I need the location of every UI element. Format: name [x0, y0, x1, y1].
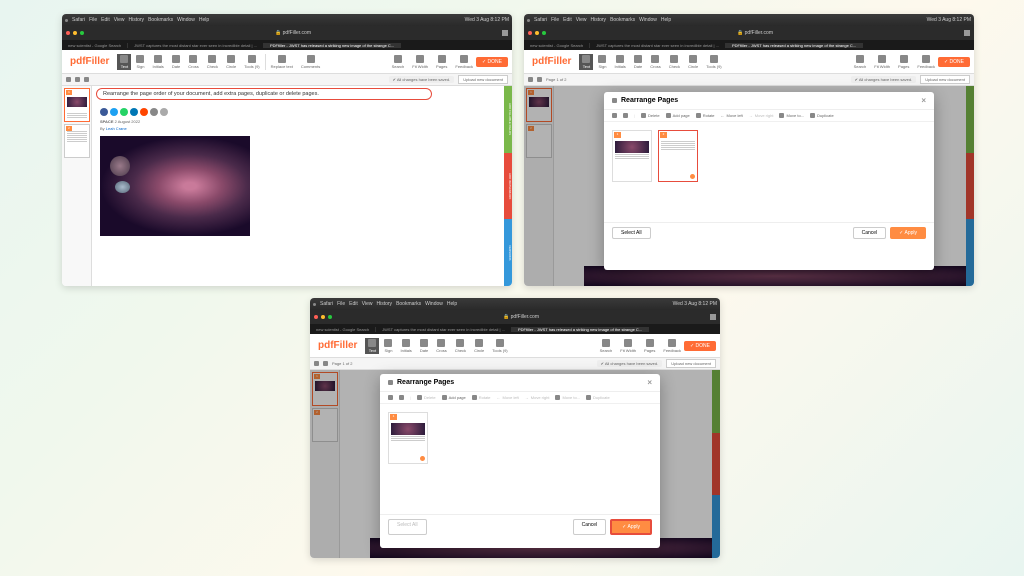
close-icon[interactable]: ×: [921, 96, 926, 105]
save-status: ✔ All changes have been saved.: [389, 76, 455, 83]
text-icon: [120, 55, 128, 63]
page-thumbnails: 1 2: [62, 86, 92, 286]
tool-sign[interactable]: Sign: [133, 54, 147, 70]
initials-icon: [154, 55, 162, 63]
linkedin-icon[interactable]: [130, 108, 138, 116]
date-icon: [172, 55, 180, 63]
tool-initials[interactable]: Initials: [149, 54, 166, 70]
close-icon[interactable]: ×: [647, 378, 652, 387]
tool-comments[interactable]: Comments: [298, 54, 323, 70]
redo-icon[interactable]: [623, 113, 628, 118]
logo: pdfFiller: [62, 56, 117, 67]
modal-page[interactable]: 1: [612, 130, 652, 182]
url-bar[interactable]: 🔒 pdfFiller.com: [87, 30, 499, 36]
rearrange-icon[interactable]: [84, 77, 89, 82]
article-image: [100, 136, 250, 236]
moveto-button: Move to...: [555, 395, 580, 400]
tool-pages[interactable]: Pages: [433, 54, 450, 70]
replace-icon: [278, 55, 286, 63]
browser-tabs: new scientist - Google Search JWST captu…: [62, 40, 512, 50]
delete-button[interactable]: Delete: [641, 113, 660, 118]
tool-tools[interactable]: Tools (9): [241, 54, 262, 70]
facebook-icon[interactable]: [100, 108, 108, 116]
pages-icon: [438, 55, 446, 63]
addpage-button[interactable]: Add page: [666, 113, 690, 118]
tool-date[interactable]: Date: [169, 54, 183, 70]
moveright-button: → Move right: [525, 395, 550, 400]
selectall-button[interactable]: Select All: [612, 227, 651, 239]
moveright-button: → Move right: [749, 113, 774, 118]
fit-icon: [416, 55, 424, 63]
moveto-button[interactable]: Move to...: [779, 113, 804, 118]
right-tab-versions[interactable]: VERSIONS: [504, 219, 512, 286]
print-icon[interactable]: [160, 108, 168, 116]
mac-clock: Wed 3 Aug 8:12 PM: [465, 17, 509, 23]
modal-page[interactable]: 1: [388, 412, 428, 464]
cancel-button[interactable]: Cancel: [853, 227, 887, 239]
redo-icon[interactable]: [75, 77, 80, 82]
browser-chrome: 🔒 pdfFiller.com: [62, 26, 512, 40]
upload-button[interactable]: Upload new document: [458, 75, 508, 84]
delete-button: Delete: [417, 395, 436, 400]
moveleft-button[interactable]: ← Move left: [721, 113, 743, 118]
mac-app: Safari: [72, 17, 85, 23]
modal-page[interactable]: 2: [658, 130, 698, 182]
twitter-icon[interactable]: [110, 108, 118, 116]
tool-text[interactable]: Text: [117, 54, 131, 70]
share-row: [100, 106, 504, 118]
author-link[interactable]: Leah Crane: [106, 126, 127, 131]
selectall-button[interactable]: Select All: [388, 519, 427, 535]
apply-button[interactable]: ✓ Apply: [610, 519, 652, 535]
reddit-icon[interactable]: [140, 108, 148, 116]
page-thumb[interactable]: 1: [64, 88, 90, 122]
duplicate-button: Duplicate: [586, 395, 610, 400]
page-thumb[interactable]: 2: [64, 124, 90, 158]
callout-tooltip: Rearrange the page order of your documen…: [96, 88, 432, 100]
rotate-button[interactable]: Rotate: [696, 113, 715, 118]
tool-search[interactable]: Search: [389, 54, 408, 70]
right-tab-fillable[interactable]: ADD FILLABLE FIELDS: [504, 86, 512, 153]
comments-icon: [307, 55, 315, 63]
done-button[interactable]: ✓ DONE: [476, 57, 508, 67]
tool-circle[interactable]: Circle: [223, 54, 239, 70]
cancel-button[interactable]: Cancel: [573, 519, 607, 535]
tools-icon: [248, 55, 256, 63]
undo-icon[interactable]: [612, 113, 617, 118]
moveleft-button: ← Move left: [497, 395, 519, 400]
browser-tab[interactable]: PDFfiller - JWST has released a striking…: [264, 43, 401, 48]
feedback-icon: [460, 55, 468, 63]
apply-button[interactable]: ✓ Apply: [890, 227, 926, 239]
tool-check[interactable]: Check: [204, 54, 221, 70]
browser-tab[interactable]: JWST captures the most distant star ever…: [128, 43, 264, 48]
rearrange-modal: Rearrange Pages× | Delete Add page Rotat…: [604, 92, 934, 270]
mac-menubar: Safari FileEditViewHistoryBookmarksWindo…: [62, 14, 512, 26]
tool-replace[interactable]: Replace text: [268, 54, 296, 70]
whatsapp-icon[interactable]: [120, 108, 128, 116]
rearrange-modal: Rearrange Pages× | Delete Add page Rotat…: [380, 374, 660, 548]
right-tab-watermark[interactable]: ADD WATERMARK: [504, 153, 512, 220]
addpage-button[interactable]: Add page: [442, 395, 466, 400]
check-icon: [208, 55, 216, 63]
cross-icon: [189, 55, 197, 63]
rotate-button: Rotate: [472, 395, 491, 400]
tool-feedback[interactable]: Feedback: [452, 54, 476, 70]
tool-cross[interactable]: Cross: [185, 54, 201, 70]
document-main: Rearrange the page order of your documen…: [92, 86, 512, 286]
app-header: pdfFiller Text Sign Initials Date Cross …: [62, 50, 512, 74]
pages-icon: [612, 98, 617, 103]
duplicate-button[interactable]: Duplicate: [810, 113, 834, 118]
sign-icon: [136, 55, 144, 63]
tool-fit[interactable]: Fit Width: [409, 54, 431, 70]
modal-title: Rearrange Pages: [621, 97, 678, 104]
undo-icon[interactable]: [66, 77, 71, 82]
browser-tab[interactable]: new scientist - Google Search: [62, 43, 128, 48]
search-icon: [394, 55, 402, 63]
circle-icon: [227, 55, 235, 63]
email-icon[interactable]: [150, 108, 158, 116]
